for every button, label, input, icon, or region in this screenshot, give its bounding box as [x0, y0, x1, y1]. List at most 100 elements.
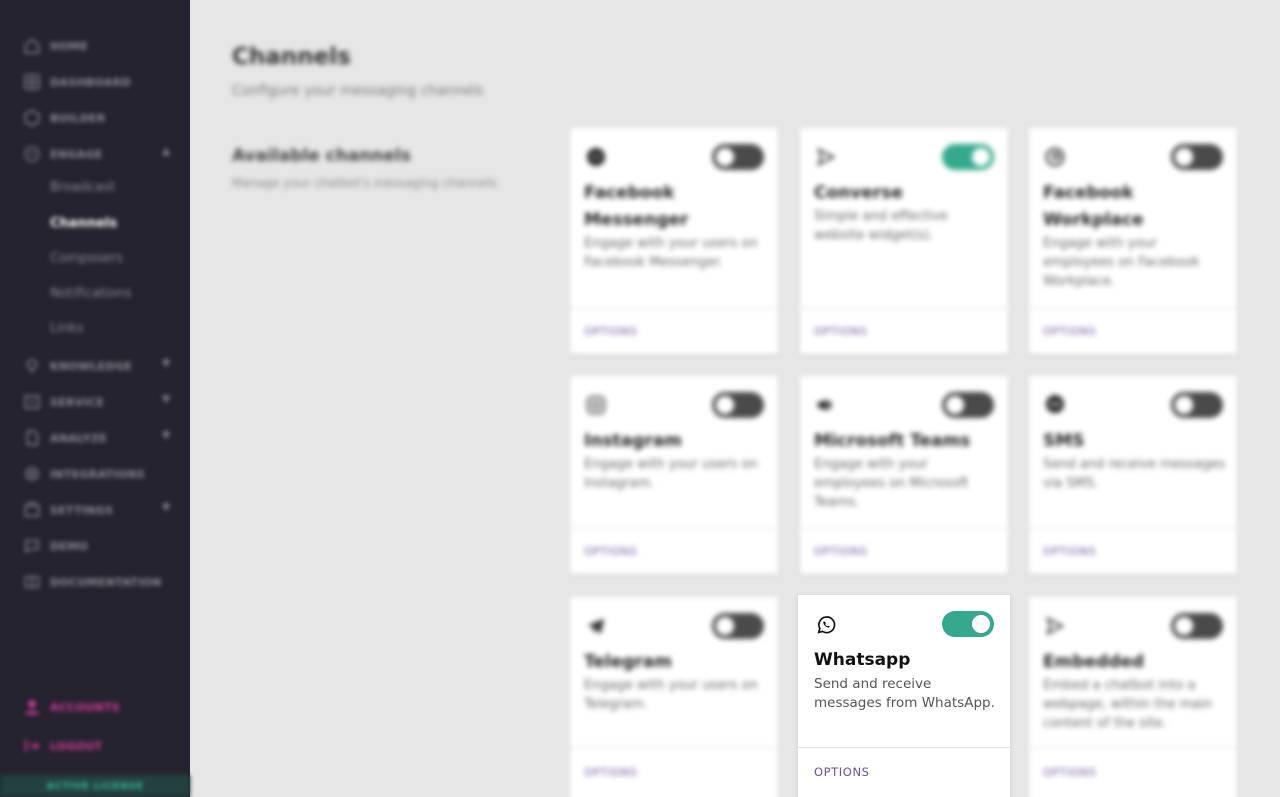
- channel-card-telegram: Telegram Engage with your users on Teleg…: [570, 597, 778, 797]
- channel-name: Converse: [814, 183, 903, 203]
- options-link[interactable]: OPTIONS: [814, 325, 867, 338]
- options-link[interactable]: OPTIONS: [1043, 766, 1096, 779]
- instagram-icon: [584, 393, 608, 417]
- channel-card-facebook-workplace: Facebook Workplace Engage with your empl…: [1029, 128, 1237, 354]
- channel-name: Microsoft Teams: [814, 431, 971, 451]
- channel-description: Send and receive messages from WhatsApp.: [814, 676, 995, 711]
- channel-description: Simple and effective website widget(s).: [814, 209, 948, 243]
- options-link[interactable]: OPTIONS: [584, 325, 637, 338]
- analyze-icon: [22, 428, 42, 448]
- channel-card-microsoft-teams: Microsoft Teams Engage with your employe…: [800, 376, 1008, 574]
- channel-name: SMS: [1043, 431, 1085, 451]
- sidebar-subitem-notifications[interactable]: Notifications: [50, 286, 131, 301]
- sidebar-item-service[interactable]: SERVICE ▼: [22, 390, 172, 414]
- documentation-icon: [22, 572, 42, 592]
- sidebar-item-accounts[interactable]: ACCOUNTS: [22, 695, 172, 719]
- channel-toggle[interactable]: [942, 392, 994, 418]
- sidebar-item-home[interactable]: HOME: [22, 34, 172, 58]
- sidebar-item-engage[interactable]: ENGAGE ▲: [22, 142, 172, 166]
- channel-description: Engage with your users on Facebook Messe…: [584, 236, 758, 270]
- channel-toggle[interactable]: [942, 611, 994, 637]
- chevron-up-icon: ▲: [162, 146, 170, 157]
- channel-description: Engage with your employees on Facebook W…: [1043, 236, 1200, 289]
- send-icon: [814, 145, 838, 169]
- send-icon: [1043, 614, 1067, 638]
- options-link[interactable]: OPTIONS: [814, 765, 870, 779]
- builder-icon: [22, 108, 42, 128]
- sidebar-item-label: KNOWLEDGE: [50, 359, 133, 373]
- sidebar-item-label: ENGAGE: [50, 147, 103, 161]
- sidebar-item-label: ANALYZE: [50, 431, 108, 445]
- license-status-bar: ACTIVE LICENSE: [0, 775, 190, 797]
- sidebar-subitem-channels[interactable]: Channels: [50, 216, 117, 231]
- integrations-icon: [22, 464, 42, 484]
- sidebar-item-demo[interactable]: DEMO: [22, 534, 172, 558]
- sidebar-subitem-links[interactable]: Links: [50, 321, 83, 336]
- channel-card-whatsapp: Whatsapp Send and receive messages from …: [798, 595, 1010, 797]
- sidebar-item-integrations[interactable]: INTEGRATIONS: [22, 462, 172, 486]
- knowledge-icon: [22, 356, 42, 376]
- messenger-icon: [584, 145, 608, 169]
- sidebar-item-settings[interactable]: SETTINGS ▼: [22, 498, 172, 522]
- demo-icon: [22, 536, 42, 556]
- sidebar-item-analyze[interactable]: ANALYZE ▼: [22, 426, 172, 450]
- channel-description: Engage with your users on Telegram.: [584, 678, 758, 712]
- channel-toggle[interactable]: [712, 144, 764, 170]
- sidebar-item-label: SETTINGS: [50, 503, 114, 517]
- channel-toggle[interactable]: [712, 613, 764, 639]
- channel-name: Whatsapp: [814, 650, 911, 670]
- channel-card-sms: SMS Send and receive messages via SMS. O…: [1029, 376, 1237, 574]
- channel-name: Embedded: [1043, 652, 1145, 672]
- whatsapp-icon: [814, 613, 838, 637]
- sidebar-item-dashboard[interactable]: DASHBOARD: [22, 70, 172, 94]
- main-content: Channels Configure your messaging channe…: [190, 0, 1280, 797]
- sidebar-item-label: DASHBOARD: [50, 75, 132, 89]
- channel-description: Engage with your users on Instagram.: [584, 457, 758, 491]
- options-link[interactable]: OPTIONS: [584, 766, 637, 779]
- dashboard-icon: [22, 72, 42, 92]
- logout-icon: [22, 736, 42, 756]
- page-subtitle: Configure your messaging channels: [232, 83, 484, 99]
- options-link[interactable]: OPTIONS: [1043, 545, 1096, 558]
- chevron-down-icon: ▼: [162, 502, 170, 513]
- telegram-icon: [584, 614, 608, 638]
- channel-name: Facebook Workplace: [1043, 183, 1144, 230]
- sidebar-subitem-composers[interactable]: Composers: [50, 251, 123, 266]
- sidebar-subitem-broadcast[interactable]: Broadcast: [50, 180, 115, 195]
- chevron-down-icon: ▼: [162, 430, 170, 441]
- channel-description: Embed a chatbot into a webpage, within t…: [1043, 678, 1213, 731]
- channel-toggle[interactable]: [1171, 392, 1223, 418]
- channel-card-facebook-messenger: Facebook Messenger Engage with your user…: [570, 128, 778, 354]
- workplace-icon: [1043, 145, 1067, 169]
- sidebar-item-label: LOGOUT: [50, 739, 103, 753]
- options-link[interactable]: OPTIONS: [814, 545, 867, 558]
- sidebar-item-label: ACCOUNTS: [50, 700, 120, 714]
- engage-icon: [22, 144, 42, 164]
- options-link[interactable]: OPTIONS: [584, 545, 637, 558]
- channel-card-instagram: Instagram Engage with your users on Inst…: [570, 376, 778, 574]
- channel-toggle[interactable]: [712, 392, 764, 418]
- sidebar-item-label: DEMO: [50, 539, 89, 553]
- channel-card-converse: Converse Simple and effective website wi…: [800, 128, 1008, 354]
- sidebar-item-label: SERVICE: [50, 395, 105, 409]
- channel-toggle[interactable]: [1171, 144, 1223, 170]
- sidebar-item-label: DOCUMENTATION: [50, 575, 162, 589]
- channel-name: Instagram: [584, 431, 682, 451]
- sidebar-item-builder[interactable]: BUILDER: [22, 106, 172, 130]
- sidebar-item-logout[interactable]: LOGOUT: [22, 734, 172, 758]
- channel-description: Engage with your employees on Microsoft …: [814, 457, 969, 510]
- sidebar-item-knowledge[interactable]: KNOWLEDGE ▼: [22, 354, 172, 378]
- options-link[interactable]: OPTIONS: [1043, 325, 1096, 338]
- channel-toggle[interactable]: [1171, 613, 1223, 639]
- channel-description: Send and receive messages via SMS.: [1043, 457, 1226, 491]
- license-label: ACTIVE LICENSE: [46, 780, 144, 792]
- settings-icon: [22, 500, 42, 520]
- chevron-down-icon: ▼: [162, 358, 170, 369]
- chevron-down-icon: ▼: [162, 394, 170, 405]
- channel-toggle[interactable]: [942, 144, 994, 170]
- sidebar-item-label: BUILDER: [50, 111, 106, 125]
- sms-icon: [1043, 393, 1067, 417]
- sidebar-item-documentation[interactable]: DOCUMENTATION: [22, 570, 172, 594]
- sidebar-item-label: HOME: [50, 39, 89, 53]
- service-icon: [22, 392, 42, 412]
